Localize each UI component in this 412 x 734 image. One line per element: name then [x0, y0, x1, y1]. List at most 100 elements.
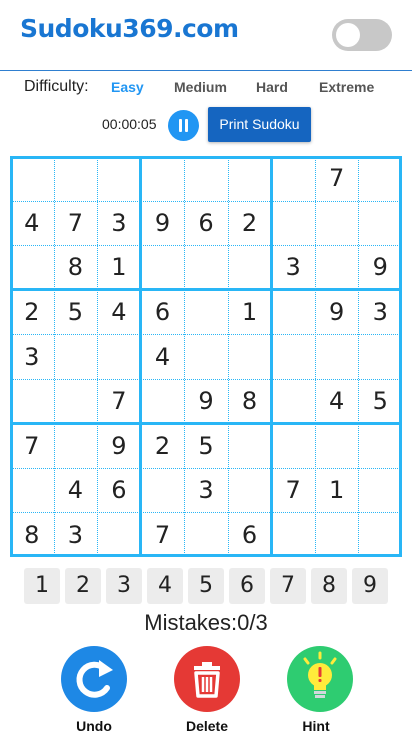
sudoku-cell[interactable]	[97, 156, 141, 201]
pause-button[interactable]	[168, 110, 199, 141]
sudoku-cell[interactable]: 7	[315, 156, 359, 201]
sudoku-cell[interactable]	[271, 290, 315, 335]
sudoku-cell[interactable]: 5	[54, 290, 98, 335]
sudoku-cell[interactable]: 7	[141, 512, 185, 557]
sudoku-cell[interactable]: 4	[54, 468, 98, 513]
difficulty-easy[interactable]: Easy	[111, 79, 144, 95]
sudoku-cell[interactable]	[97, 512, 141, 557]
sudoku-cell[interactable]	[141, 156, 185, 201]
sudoku-cell[interactable]: 4	[141, 334, 185, 379]
sudoku-cell[interactable]	[315, 423, 359, 468]
sudoku-cell[interactable]	[184, 290, 228, 335]
print-sudoku-button[interactable]: Print Sudoku	[208, 107, 311, 142]
numpad-key[interactable]: 4	[147, 568, 183, 604]
sudoku-cell[interactable]	[228, 423, 272, 468]
sudoku-cell[interactable]	[315, 245, 359, 290]
app-logo[interactable]: Sudoku369.com	[20, 14, 239, 43]
sudoku-cell[interactable]: 4	[97, 290, 141, 335]
sudoku-cell[interactable]: 6	[141, 290, 185, 335]
sudoku-cell[interactable]: 9	[315, 290, 359, 335]
sudoku-cell[interactable]: 2	[228, 201, 272, 246]
sudoku-cell[interactable]: 3	[184, 468, 228, 513]
sudoku-cell[interactable]	[228, 245, 272, 290]
sudoku-cell[interactable]	[228, 156, 272, 201]
sudoku-cell[interactable]: 9	[141, 201, 185, 246]
numpad-key[interactable]: 2	[65, 568, 101, 604]
numpad-key[interactable]: 3	[106, 568, 142, 604]
sudoku-cell[interactable]	[97, 334, 141, 379]
sudoku-cell[interactable]	[358, 423, 402, 468]
sudoku-cell[interactable]: 2	[10, 290, 54, 335]
sudoku-cell[interactable]	[10, 156, 54, 201]
hint-button[interactable]	[287, 646, 353, 712]
sudoku-cell[interactable]	[315, 334, 359, 379]
sudoku-cell[interactable]	[54, 334, 98, 379]
difficulty-medium[interactable]: Medium	[174, 79, 227, 95]
sudoku-cell[interactable]	[228, 468, 272, 513]
sudoku-cell[interactable]	[315, 512, 359, 557]
sudoku-cell[interactable]: 3	[54, 512, 98, 557]
sudoku-cell[interactable]: 7	[54, 201, 98, 246]
numpad-key[interactable]: 8	[311, 568, 347, 604]
delete-button[interactable]	[174, 646, 240, 712]
sudoku-cell[interactable]	[271, 156, 315, 201]
sudoku-cell[interactable]	[358, 201, 402, 246]
sudoku-cell[interactable]: 3	[358, 290, 402, 335]
numpad-key[interactable]: 9	[352, 568, 388, 604]
sudoku-cell[interactable]	[315, 201, 359, 246]
sudoku-cell[interactable]	[10, 379, 54, 424]
sudoku-cell[interactable]: 6	[184, 201, 228, 246]
sudoku-cell[interactable]	[271, 334, 315, 379]
sudoku-cell[interactable]	[10, 245, 54, 290]
sudoku-cell[interactable]: 6	[228, 512, 272, 557]
sudoku-cell[interactable]: 7	[97, 379, 141, 424]
sudoku-cell[interactable]: 4	[315, 379, 359, 424]
sudoku-cell[interactable]: 3	[97, 201, 141, 246]
sudoku-cell[interactable]: 7	[271, 468, 315, 513]
sudoku-cell[interactable]: 1	[97, 245, 141, 290]
sudoku-cell[interactable]: 4	[10, 201, 54, 246]
sudoku-cell[interactable]	[358, 468, 402, 513]
numpad-key[interactable]: 1	[24, 568, 60, 604]
difficulty-extreme[interactable]: Extreme	[319, 79, 374, 95]
sudoku-cell[interactable]: 6	[97, 468, 141, 513]
sudoku-cell[interactable]: 1	[228, 290, 272, 335]
sudoku-cell[interactable]: 7	[10, 423, 54, 468]
sudoku-cell[interactable]	[54, 156, 98, 201]
undo-button[interactable]	[61, 646, 127, 712]
sudoku-cell[interactable]: 1	[315, 468, 359, 513]
sudoku-cell[interactable]: 2	[141, 423, 185, 468]
numpad-key[interactable]: 7	[270, 568, 306, 604]
sudoku-cell[interactable]	[141, 379, 185, 424]
sudoku-cell[interactable]	[358, 512, 402, 557]
sudoku-cell[interactable]	[271, 512, 315, 557]
sudoku-cell[interactable]	[184, 245, 228, 290]
sudoku-cell[interactable]	[10, 468, 54, 513]
sudoku-cell[interactable]	[271, 379, 315, 424]
sudoku-cell[interactable]	[54, 423, 98, 468]
sudoku-cell[interactable]	[271, 423, 315, 468]
sudoku-cell[interactable]	[358, 334, 402, 379]
numpad-key[interactable]: 6	[229, 568, 265, 604]
sudoku-cell[interactable]	[54, 379, 98, 424]
sudoku-cell[interactable]: 8	[54, 245, 98, 290]
difficulty-hard[interactable]: Hard	[256, 79, 288, 95]
sudoku-cell[interactable]: 9	[97, 423, 141, 468]
sudoku-cell[interactable]: 8	[10, 512, 54, 557]
sudoku-cell[interactable]: 5	[358, 379, 402, 424]
sudoku-cell[interactable]	[271, 201, 315, 246]
numpad-key[interactable]: 5	[188, 568, 224, 604]
sudoku-cell[interactable]	[228, 334, 272, 379]
sudoku-cell[interactable]	[184, 334, 228, 379]
sudoku-cell[interactable]	[141, 468, 185, 513]
sudoku-cell[interactable]: 3	[271, 245, 315, 290]
sudoku-cell[interactable]	[184, 512, 228, 557]
sudoku-cell[interactable]: 3	[10, 334, 54, 379]
sudoku-cell[interactable]: 9	[184, 379, 228, 424]
sudoku-cell[interactable]: 9	[358, 245, 402, 290]
theme-toggle[interactable]	[332, 19, 392, 51]
sudoku-cell[interactable]	[141, 245, 185, 290]
sudoku-cell[interactable]	[358, 156, 402, 201]
sudoku-cell[interactable]: 8	[228, 379, 272, 424]
sudoku-cell[interactable]: 5	[184, 423, 228, 468]
